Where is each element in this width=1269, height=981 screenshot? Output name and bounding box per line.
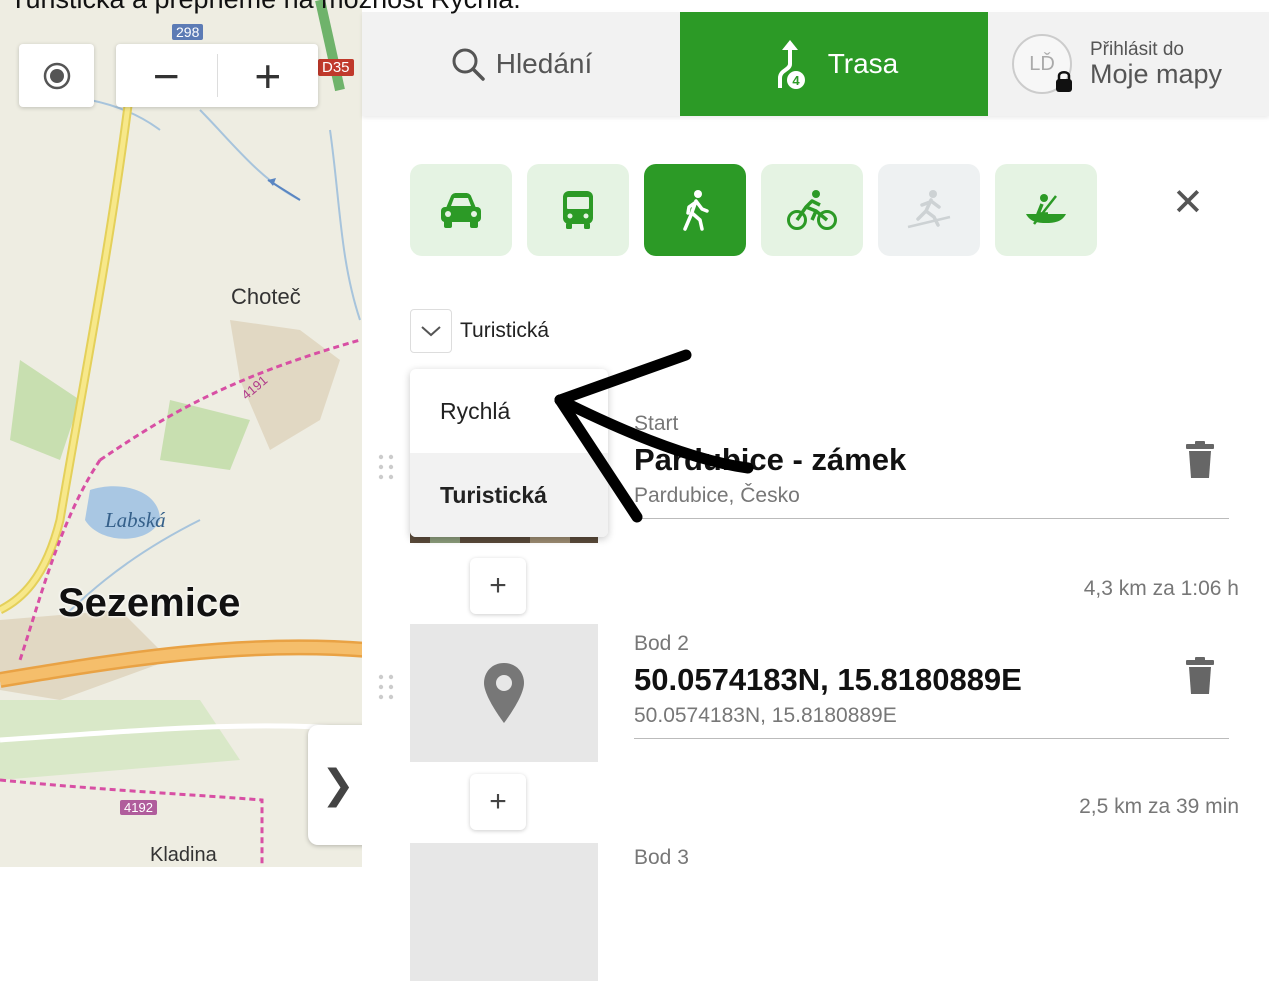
grip-icon <box>378 674 394 700</box>
transport-modes <box>410 164 1097 256</box>
route-badge: 4 <box>792 73 800 88</box>
delete-waypoint-button[interactable] <box>1184 656 1216 701</box>
tab-route-label: Trasa <box>827 48 899 79</box>
zoom-in-button[interactable]: + <box>218 44 319 107</box>
route-type-dropdown: Rychlá Turistická <box>410 369 608 537</box>
map-pin-icon <box>484 663 524 723</box>
search-icon <box>452 48 485 81</box>
route-panel: Hledání 4 Trasa LĎ Přihlásit do Moje map <box>362 0 1269 981</box>
bike-icon <box>787 190 837 230</box>
waypoint-detail: 50.0574183N, 15.8180889E <box>634 704 897 727</box>
route-icon: 4 <box>777 40 805 89</box>
route-option-tourist[interactable]: Turistická <box>410 453 608 537</box>
mode-car-button[interactable] <box>410 164 512 256</box>
trash-icon <box>1186 441 1214 478</box>
add-waypoint-button[interactable]: + <box>470 558 526 614</box>
locate-button[interactable] <box>19 44 94 107</box>
top-navigation: Hledání 4 Trasa LĎ Přihlásit do Moje map <box>362 12 1269 116</box>
tab-route[interactable]: 4 Trasa <box>680 12 988 116</box>
waypoint-label: Bod 3 <box>634 846 689 869</box>
login-area[interactable]: LĎ Přihlásit do Moje mapy <box>1012 12 1222 116</box>
waypoint-label: Bod 2 <box>634 632 689 655</box>
place-label-kladina: Kladina <box>150 844 217 866</box>
waypoint-label: Start <box>634 412 679 435</box>
avatar[interactable]: LĎ <box>1012 34 1072 94</box>
zoom-out-button[interactable]: − <box>116 44 217 107</box>
leg-distance: 2,5 km za 39 min <box>1079 795 1239 818</box>
waypoint-name: Pardubice - zámek <box>634 442 907 477</box>
waypoint-thumbnail <box>410 624 598 762</box>
tab-search-label: Hledání <box>495 48 593 79</box>
trash-icon <box>1186 657 1214 694</box>
grip-icon <box>378 454 394 480</box>
add-waypoint-button[interactable]: + <box>470 774 526 830</box>
route-type-select[interactable]: Turistická <box>410 309 549 353</box>
drag-handle[interactable] <box>376 452 396 492</box>
delete-waypoint-button[interactable] <box>1184 440 1216 485</box>
canoe-icon <box>1026 194 1066 225</box>
lock-icon <box>1056 71 1072 92</box>
tab-search[interactable]: Hledání <box>362 12 680 116</box>
mode-bus-button[interactable] <box>527 164 629 256</box>
waypoint-name: 50.0574183N, 15.8180889E <box>634 662 1022 697</box>
drag-handle[interactable] <box>376 672 396 712</box>
map-view[interactable]: 298 D35 4191 4192 Choteč Labská Sezemice… <box>0 0 368 867</box>
panel-toggle-button[interactable]: ❯ <box>308 725 368 845</box>
place-label-labska: Labská <box>105 508 166 532</box>
place-label-sezemice: Sezemice <box>58 581 241 625</box>
car-icon <box>441 193 481 228</box>
mode-bike-button[interactable] <box>761 164 863 256</box>
bus-icon <box>563 191 593 229</box>
chevron-down-icon <box>421 326 441 337</box>
mode-canoe-button[interactable] <box>995 164 1097 256</box>
mode-walk-button[interactable] <box>644 164 746 256</box>
zoom-controls: − + <box>116 44 318 107</box>
waypoint-detail: Pardubice, Česko <box>634 484 800 507</box>
login-line2: Moje mapy <box>1090 58 1223 89</box>
login-text[interactable]: Přihlásit do Moje mapy <box>1090 38 1223 89</box>
waypoint-start[interactable]: Start Pardubice - zámek Pardubice, Česko <box>634 412 1229 519</box>
locate-icon <box>43 62 70 89</box>
tutorial-caption: Turistická a přepneme na možnost Rychlá. <box>10 0 521 15</box>
waypoint-thumbnail <box>410 843 598 981</box>
login-line1: Přihlásit do <box>1090 38 1184 60</box>
avatar-initials: LĎ <box>1029 52 1055 75</box>
route-type-value: Turistická <box>460 319 550 342</box>
waypoint-2[interactable]: Bod 2 50.0574183N, 15.8180889E 50.057418… <box>634 632 1229 739</box>
place-label-chotec: Choteč <box>231 284 301 309</box>
ski-icon <box>907 190 951 229</box>
waypoint-3[interactable]: Bod 3 <box>634 846 1229 870</box>
close-button[interactable]: ✕ <box>1172 180 1204 225</box>
road-label-4192: 4192 <box>120 800 157 815</box>
mode-ski-button[interactable] <box>878 164 980 256</box>
route-option-fast[interactable]: Rychlá <box>410 369 608 453</box>
route-type-toggle[interactable] <box>410 309 452 353</box>
road-label-d35: D35 <box>318 59 354 76</box>
leg-distance: 4,3 km za 1:06 h <box>1083 577 1239 600</box>
walk-icon <box>683 190 709 231</box>
road-label-298: 298 <box>172 24 204 40</box>
